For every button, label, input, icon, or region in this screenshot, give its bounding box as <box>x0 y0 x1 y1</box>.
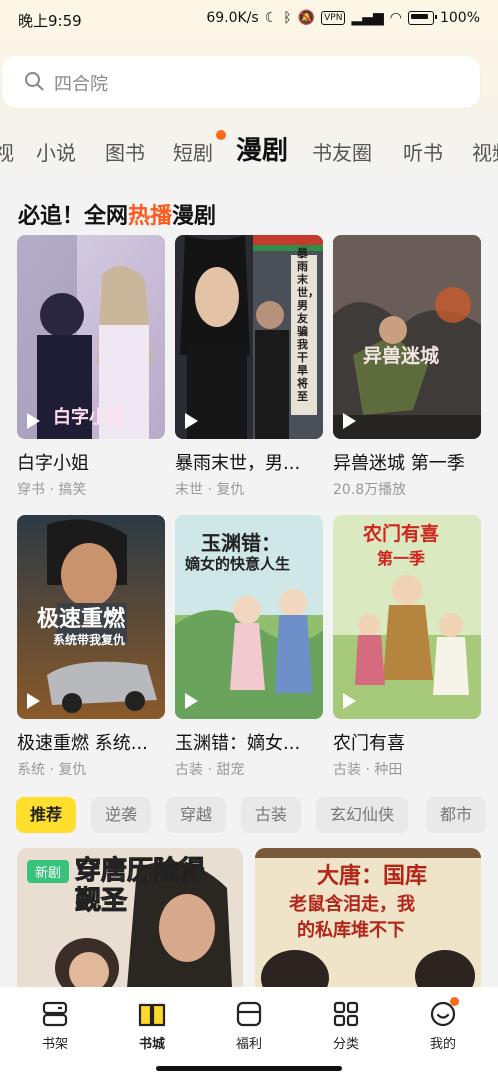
section-title: 必追！全网热播漫剧 <box>18 198 216 230</box>
drama-card[interactable]: 白字小姐 白字小姐 穿书 · 搞笑 <box>17 235 165 499</box>
feed-card[interactable]: 大唐：国库 老鼠含泪走，我 的私库堆不下 <box>255 848 481 988</box>
play-icon <box>27 693 40 709</box>
drama-cover: 农门有喜 第一季 <box>333 515 481 719</box>
tab-audiobook[interactable]: 听书 <box>403 137 443 166</box>
section-title-highlight: 热播 <box>128 204 173 229</box>
nav-label: 福利 <box>235 1037 262 1052</box>
search-icon <box>25 72 44 91</box>
chip-time-travel[interactable]: 穿越 <box>166 797 227 833</box>
chip-costume[interactable]: 古装 <box>241 797 302 833</box>
play-icon <box>185 413 198 429</box>
section-title-pre: 必追！全网 <box>18 204 129 229</box>
drama-card[interactable]: 暴雨末世，男友骗我干旱将至 暴雨末世，男... 末世 · 复仇 <box>175 235 323 499</box>
network-speed: 69.0K/s <box>206 10 259 26</box>
status-bar: 晚上9:59 69.0K/s ☾ ᛒ 🔕 VPN ▂▄▆ ◠ 100% <box>0 0 498 40</box>
profile-notification-dot <box>450 997 459 1006</box>
section-title-post: 漫剧 <box>172 204 217 229</box>
nav-profile[interactable]: 我的 <box>413 997 473 1052</box>
nav-rewards[interactable]: 福利 <box>219 999 279 1052</box>
drama-cover: 异兽迷城 <box>333 235 481 439</box>
cover-subtitle: 第一季 <box>377 549 426 568</box>
cover-title: 异兽迷城 <box>363 345 440 367</box>
wifi-icon: ◠ <box>389 10 402 26</box>
drama-title: 极速重燃 系统... <box>17 733 148 754</box>
chip-comeback[interactable]: 逆袭 <box>91 797 152 833</box>
status-indicators: 69.0K/s ☾ ᛒ 🔕 VPN ▂▄▆ ◠ 100% <box>206 10 480 26</box>
search-bar[interactable]: 四合院 <box>2 56 480 108</box>
chip-fantasy[interactable]: 玄幻仙侠 <box>316 797 409 833</box>
cover-title: 暴雨末世，男友骗我干旱将至 <box>297 247 319 403</box>
cover-subtitle: 嫡女的快意人生 <box>185 555 291 573</box>
open-book-icon <box>138 1003 166 1027</box>
signal-icon: ▂▄▆ <box>351 10 384 26</box>
drama-card[interactable]: 异兽迷城 异兽迷城 第一季 20.8万播放 <box>333 235 481 499</box>
genre-chips: 推荐 逆袭 穿越 古装 玄幻仙侠 都市 <box>16 797 498 833</box>
drama-title: 白字小姐 <box>17 453 89 474</box>
play-icon <box>343 693 356 709</box>
moon-icon: ☾ <box>264 10 278 26</box>
gift-box-icon <box>236 1001 262 1027</box>
feed-cover-subtitle-2: 的私库堆不下 <box>297 920 405 941</box>
drama-cover: 极速重燃 系统带我复仇 <box>17 515 165 719</box>
tab-novel[interactable]: 小说 <box>36 137 76 166</box>
drama-tags: 穿书 · 搞笑 <box>17 482 87 498</box>
bookshelf-icon <box>42 1001 68 1027</box>
drama-cover: 玉渊错： 嫡女的快意人生 <box>175 515 323 719</box>
tab-video-partial[interactable]: 视 <box>0 137 14 166</box>
cover-title: 极速重燃 <box>37 607 126 632</box>
search-placeholder: 四合院 <box>54 74 108 95</box>
drama-card[interactable]: 极速重燃 系统带我复仇 极速重燃 系统... 系统 · 复仇 <box>17 515 165 779</box>
play-icon <box>343 413 356 429</box>
feed-cover-title: 大唐：国库 <box>317 864 428 889</box>
battery-level: 100% <box>439 10 480 26</box>
chip-urban[interactable]: 都市 <box>426 797 487 833</box>
drama-cover: 白字小姐 <box>17 235 165 439</box>
drama-title: 玉渊错：嫡女... <box>175 733 301 754</box>
nav-label: 分类 <box>332 1037 359 1052</box>
grid-icon <box>333 1001 359 1027</box>
drama-card[interactable]: 农门有喜 第一季 农门有喜 古装 · 种田 <box>333 515 481 779</box>
tab-books[interactable]: 图书 <box>105 137 145 166</box>
drama-tags: 古装 · 甜宠 <box>175 762 245 778</box>
drama-plays: 20.8万播放 <box>333 482 407 498</box>
mute-icon: 🔕 <box>297 10 316 26</box>
drama-tags: 系统 · 复仇 <box>17 762 87 778</box>
cover-title: 玉渊错： <box>201 531 281 555</box>
nav-categories[interactable]: 分类 <box>316 999 376 1052</box>
feed-card[interactable]: 穿唐历险得觐圣 新剧 <box>17 848 243 988</box>
status-time: 晚上9:59 <box>18 12 82 30</box>
play-icon <box>27 413 40 429</box>
tab-video[interactable]: 视频 <box>472 137 498 166</box>
tab-notification-dot <box>216 130 226 140</box>
drama-title: 暴雨末世，男... <box>175 453 301 474</box>
vpn-icon: VPN <box>321 11 346 25</box>
drama-title: 异兽迷城 第一季 <box>333 453 465 474</box>
cover-title: 农门有喜 <box>363 523 440 545</box>
battery-icon <box>407 11 437 25</box>
drama-cover: 暴雨末世，男友骗我干旱将至 <box>175 235 323 439</box>
cover-title: 白字小姐 <box>53 407 125 428</box>
nav-bookshelf[interactable]: 书架 <box>25 999 85 1052</box>
bluetooth-icon: ᛒ <box>283 10 292 26</box>
nav-label: 我的 <box>429 1037 456 1052</box>
nav-bookstore[interactable]: 书城 <box>122 999 182 1052</box>
nav-label: 书城 <box>138 1037 165 1052</box>
drama-card[interactable]: 玉渊错： 嫡女的快意人生 玉渊错：嫡女... 古装 · 甜宠 <box>175 515 323 779</box>
feed-cover-title: 穿唐历险得觐圣 <box>75 856 206 917</box>
home-indicator[interactable] <box>156 1066 342 1071</box>
cover-subtitle: 系统带我复仇 <box>53 633 126 647</box>
chip-recommend[interactable]: 推荐 <box>16 797 77 833</box>
category-tabs: 视 小说 图书 短剧 漫剧 书友圈 听书 视频 <box>0 128 498 172</box>
tab-book-friends[interactable]: 书友圈 <box>312 137 372 166</box>
nav-label: 书架 <box>41 1037 68 1052</box>
drama-tags: 末世 · 复仇 <box>175 482 245 498</box>
new-badge: 新剧 <box>27 860 70 883</box>
play-icon <box>185 693 198 709</box>
drama-tags: 古装 · 种田 <box>333 762 403 778</box>
cover-illustration <box>333 235 481 439</box>
drama-title: 农门有喜 <box>333 733 405 754</box>
tab-short-drama[interactable]: 短剧 <box>173 137 213 166</box>
feed-cover-subtitle-1: 老鼠含泪走，我 <box>289 894 415 915</box>
tab-comic-drama[interactable]: 漫剧 <box>236 130 289 167</box>
